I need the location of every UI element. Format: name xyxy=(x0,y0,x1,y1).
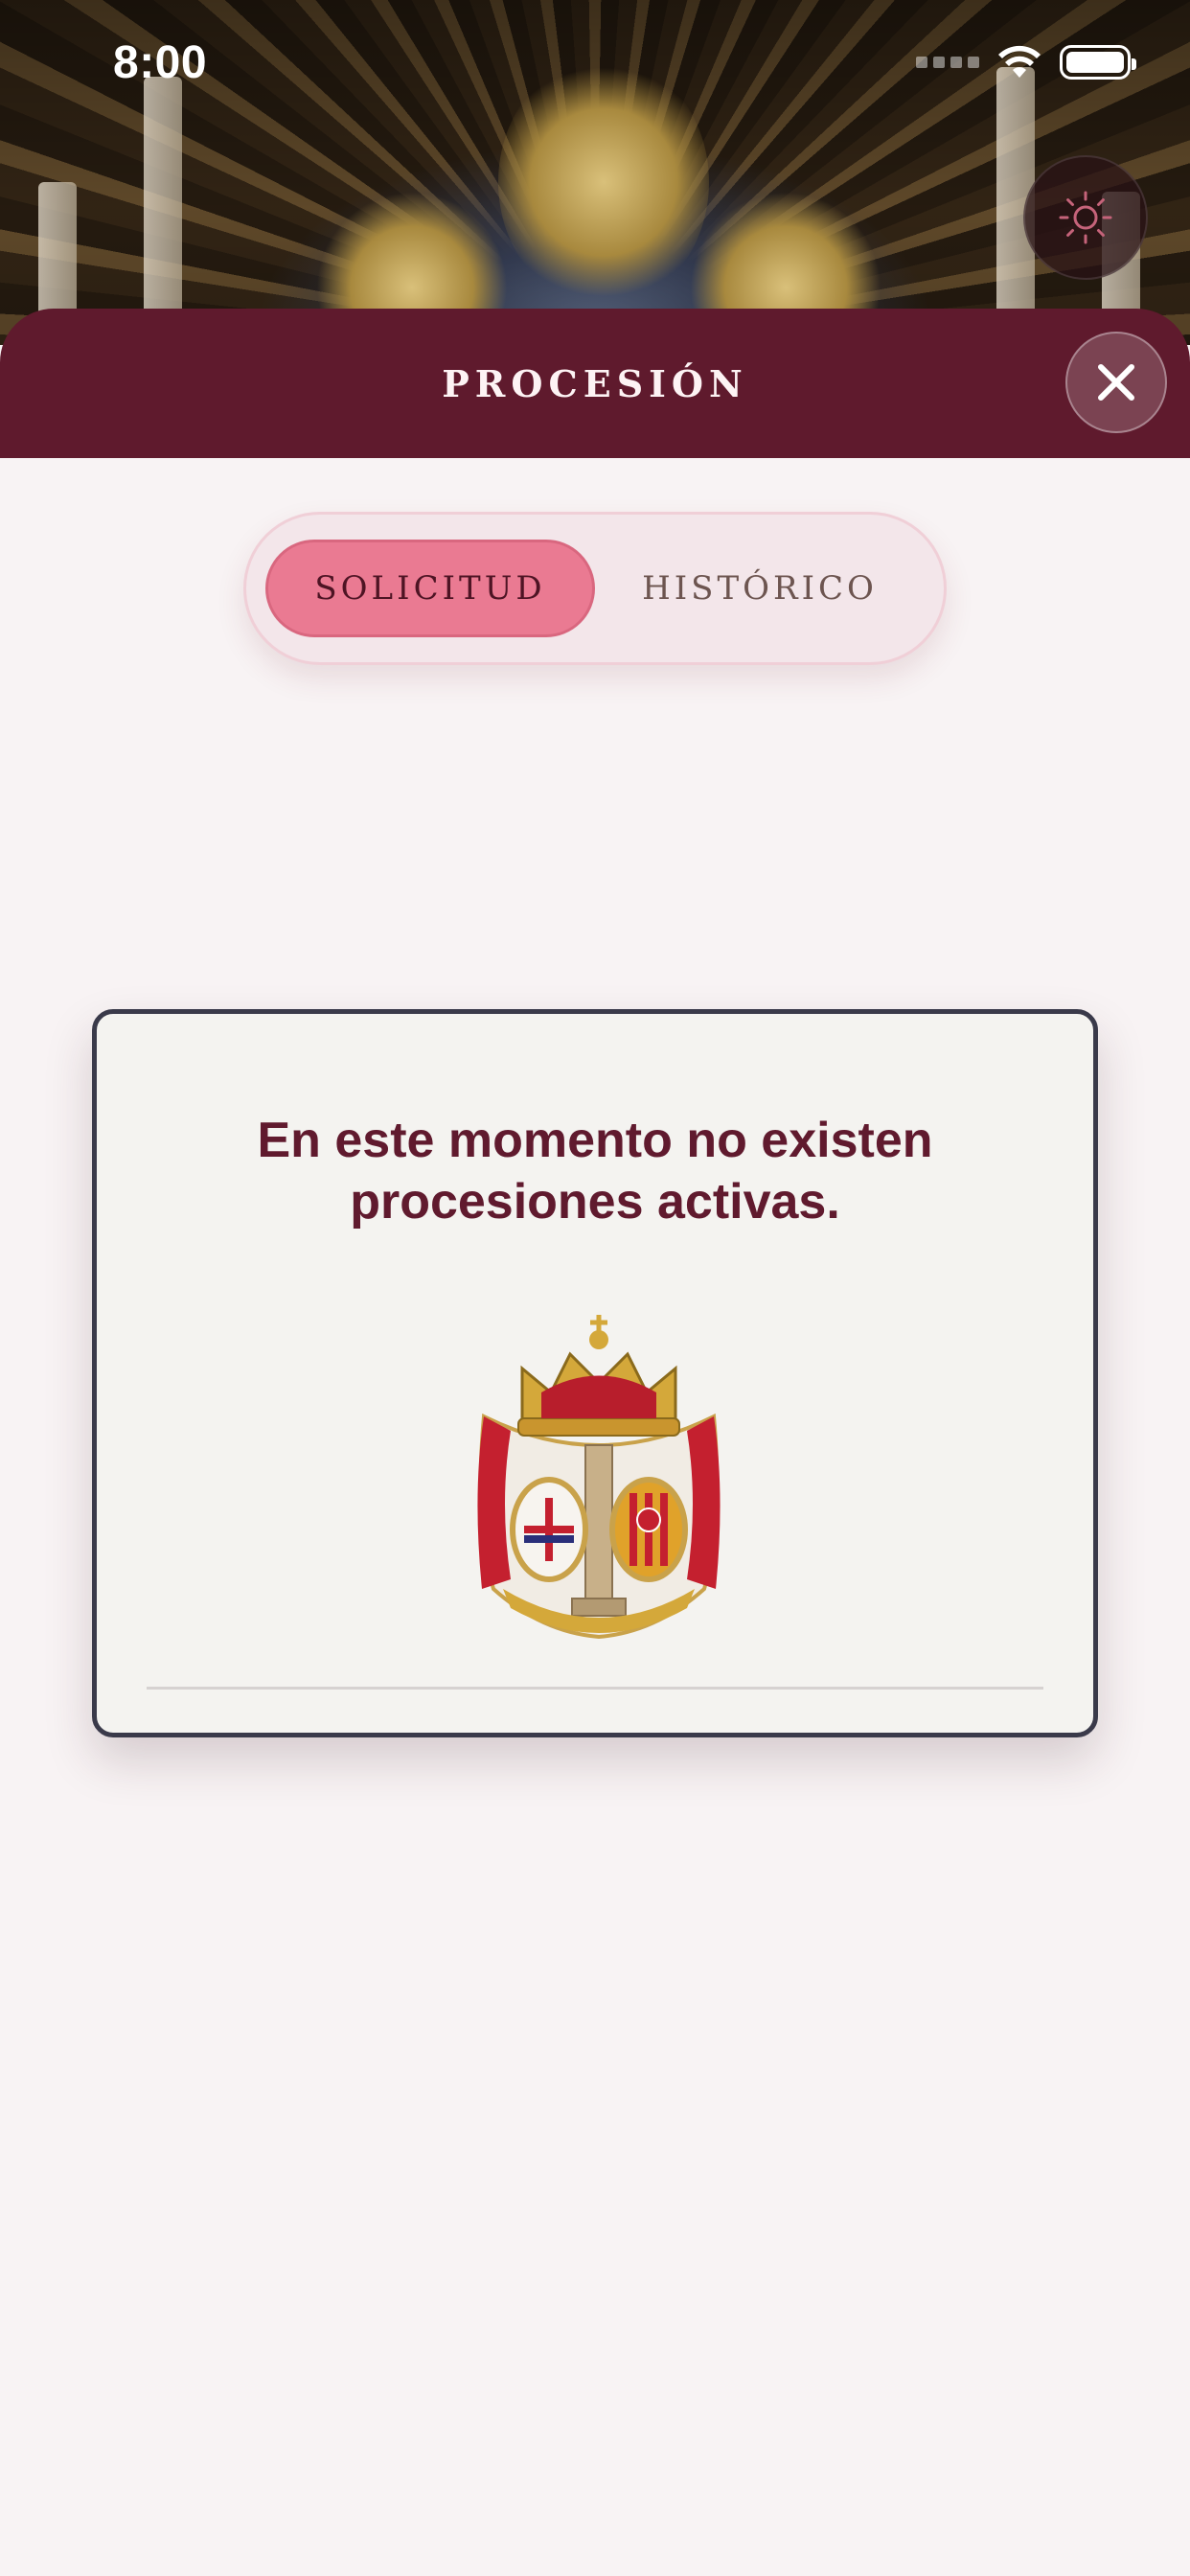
empty-state-message: En este momento no existen procesiones a… xyxy=(257,1113,933,1230)
sun-icon xyxy=(1059,191,1112,244)
segmented-control: SOLICITUD HISTÓRICO xyxy=(243,512,947,665)
close-icon xyxy=(1098,364,1134,401)
card-divider xyxy=(147,1687,1043,1690)
coat-of-arms-emblem xyxy=(477,1315,721,1640)
status-bar: 8:00 xyxy=(0,0,1190,125)
battery-icon xyxy=(1060,45,1136,80)
empty-state-card: En este momento no existen procesiones a… xyxy=(92,1009,1098,1737)
sheet-header: PROCESIÓN xyxy=(0,309,1190,458)
tab-historico[interactable]: HISTÓRICO xyxy=(595,540,925,637)
close-button[interactable] xyxy=(1065,332,1167,433)
wifi-icon xyxy=(998,45,1041,78)
cellular-signal-icon xyxy=(916,57,979,68)
status-icons xyxy=(916,45,1136,80)
theme-toggle-button[interactable] xyxy=(1023,155,1148,280)
page-title: PROCESIÓN xyxy=(442,361,748,405)
tab-solicitud[interactable]: SOLICITUD xyxy=(265,540,595,637)
status-time: 8:00 xyxy=(113,36,208,88)
